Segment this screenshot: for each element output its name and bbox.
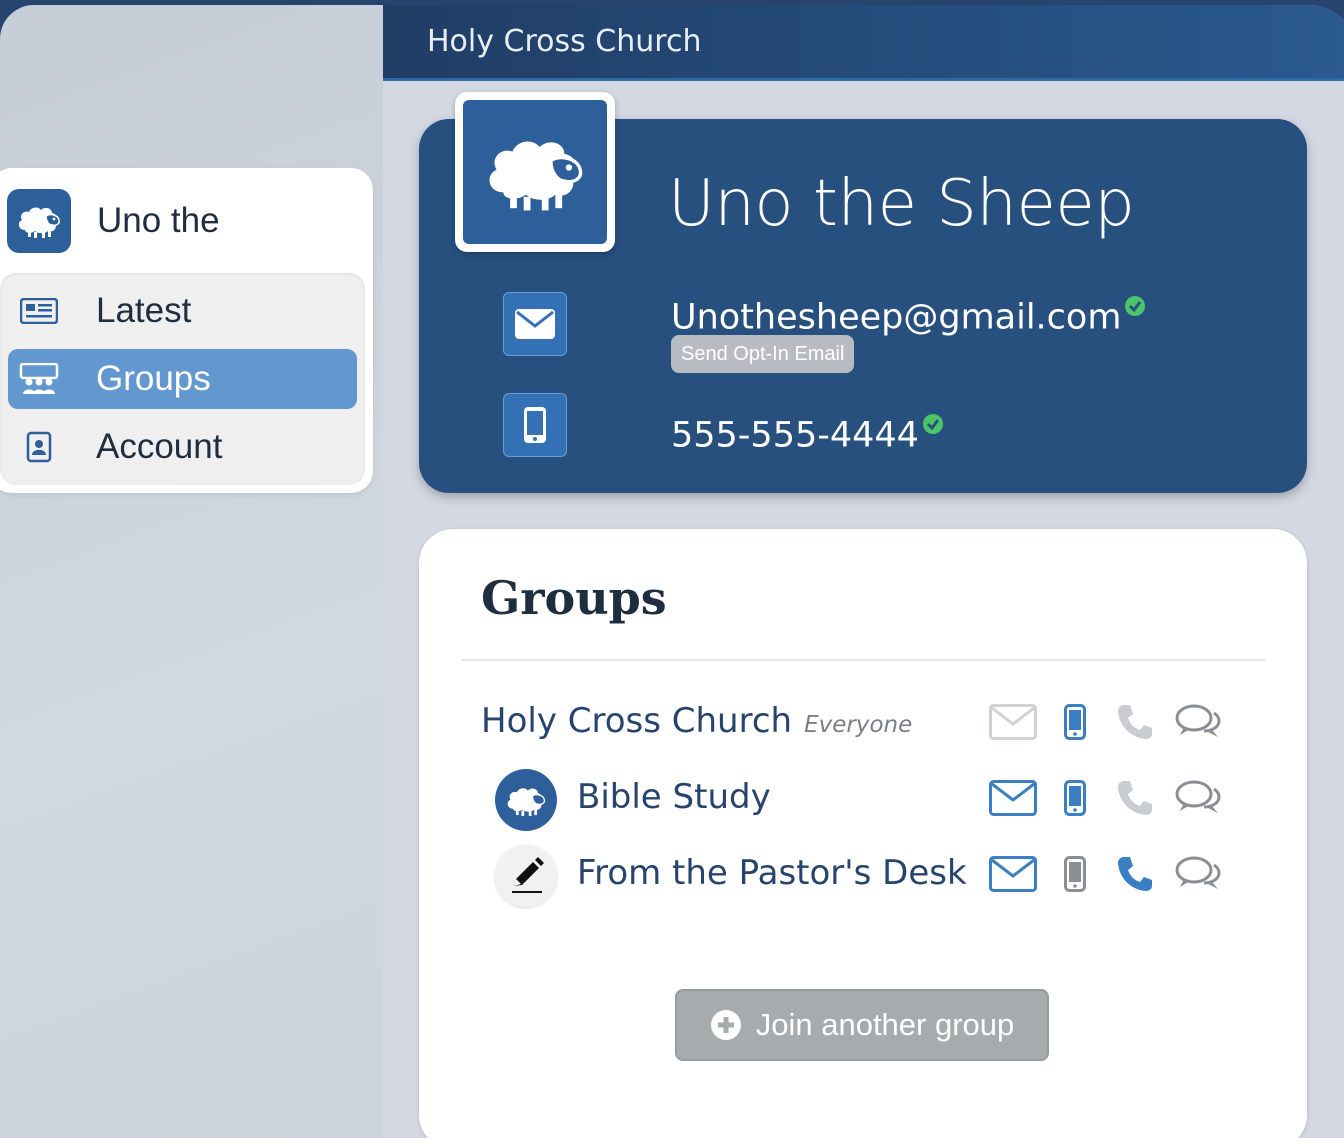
group-avatar xyxy=(495,769,557,831)
user-name: Uno the xyxy=(97,201,220,240)
mobile-phone-icon[interactable] xyxy=(1053,704,1097,740)
profile-name: Uno the Sheep xyxy=(668,167,1135,241)
mobile-phone-icon xyxy=(524,407,546,443)
mobile-phone-icon[interactable] xyxy=(1053,780,1097,816)
chat-icon[interactable] xyxy=(1173,779,1223,817)
envelope-icon xyxy=(515,309,555,339)
user-menu: Uno the Latest Groups Account xyxy=(0,168,373,493)
group-avatar xyxy=(495,845,557,907)
group-name: Holy Cross Church Everyone xyxy=(481,701,913,741)
sheep-icon xyxy=(18,207,60,238)
email-button[interactable] xyxy=(503,292,567,356)
join-another-group-button[interactable]: Join another group xyxy=(675,989,1049,1061)
groups-card: Groups Holy Cross Church Everyone Bible … xyxy=(419,529,1307,1138)
join-button-label: Join another group xyxy=(755,1007,1015,1042)
top-bar: Holy Cross Church xyxy=(383,5,1344,81)
send-opt-in-email-button[interactable]: Send Opt-In Email xyxy=(671,335,855,373)
group-row[interactable]: Bible Study xyxy=(419,769,1307,831)
contact-card-icon xyxy=(18,430,60,464)
groups-icon xyxy=(18,362,60,396)
profile-avatar xyxy=(455,92,615,252)
nav-item-label: Groups xyxy=(96,359,211,398)
group-row[interactable]: From the Pastor's Desk xyxy=(419,845,1307,907)
phone-icon[interactable] xyxy=(1113,855,1157,893)
envelope-icon[interactable] xyxy=(987,856,1039,892)
group-name: Bible Study xyxy=(577,777,771,817)
envelope-icon[interactable] xyxy=(987,780,1039,816)
nav-item-groups[interactable]: Groups xyxy=(8,349,357,409)
group-row[interactable]: Holy Cross Church Everyone xyxy=(419,693,1307,753)
chat-icon[interactable] xyxy=(1173,703,1223,741)
phone-icon[interactable] xyxy=(1113,703,1157,741)
nav-item-label: Latest xyxy=(96,291,192,330)
phone-button[interactable] xyxy=(503,393,567,457)
profile-card: Uno the Sheep Unothesheep@gmail.com Send… xyxy=(419,92,1307,493)
group-name: From the Pastor's Desk xyxy=(577,853,967,893)
plus-circle-icon xyxy=(710,1009,742,1041)
envelope-icon[interactable] xyxy=(987,704,1039,740)
email-address: Unothesheep@gmail.com xyxy=(671,285,1146,338)
right-pane: Holy Cross Church Uno the Sheep Unothesh… xyxy=(383,5,1344,1138)
church-title: Holy Cross Church xyxy=(427,24,702,59)
divider xyxy=(461,659,1265,661)
user-header[interactable]: Uno the xyxy=(7,189,220,253)
verified-check-icon xyxy=(1125,285,1146,325)
pencil-icon xyxy=(512,857,544,893)
nav-item-latest[interactable]: Latest xyxy=(8,281,357,341)
group-sub-label: Everyone xyxy=(804,712,913,738)
phone-icon[interactable] xyxy=(1113,779,1157,817)
chat-icon[interactable] xyxy=(1173,855,1223,893)
verified-check-icon xyxy=(922,403,943,443)
groups-title: Groups xyxy=(481,571,667,625)
nav-item-account[interactable]: Account xyxy=(8,417,357,477)
nav-list: Latest Groups Account xyxy=(0,273,365,485)
mobile-phone-icon[interactable] xyxy=(1053,856,1097,892)
user-avatar xyxy=(7,189,71,253)
nav-item-label: Account xyxy=(96,427,223,466)
sheep-icon xyxy=(489,141,583,211)
sheep-icon xyxy=(507,787,546,816)
newspaper-icon xyxy=(18,294,60,328)
phone-number: 555-555-4444 xyxy=(671,403,943,456)
left-pane: Uno the Latest Groups Account xyxy=(0,5,383,1138)
